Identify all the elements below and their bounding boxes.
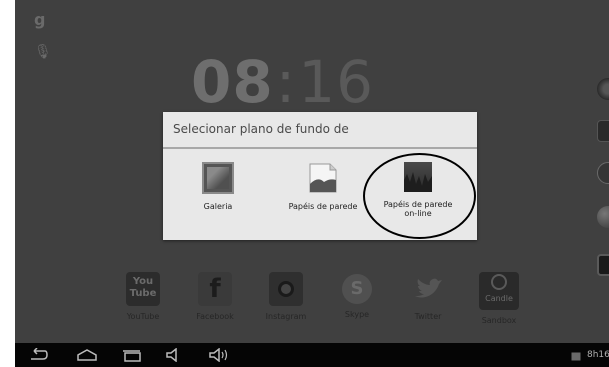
navigation-bar bbox=[15, 343, 609, 367]
volume-down-icon[interactable] bbox=[165, 348, 183, 362]
candle-icon: Candle bbox=[479, 272, 519, 310]
dialog-divider bbox=[163, 147, 477, 149]
facebook-icon-text: f bbox=[209, 274, 221, 304]
option-label: Papéis de parede bbox=[288, 202, 358, 211]
home-icon[interactable] bbox=[76, 348, 98, 362]
gallery-app-icon[interactable] bbox=[597, 254, 609, 276]
gallery-icon bbox=[202, 162, 234, 194]
youtube-icon: You Tube bbox=[126, 272, 160, 306]
option-label: Galeria bbox=[203, 202, 233, 211]
skype-icon-text: S bbox=[350, 278, 364, 299]
google-search-icon[interactable]: g bbox=[34, 10, 45, 29]
recent-apps-icon[interactable] bbox=[121, 348, 143, 362]
app-skype[interactable]: S Skype bbox=[332, 272, 382, 332]
clock-hours: 08 bbox=[191, 48, 274, 116]
app-label: Facebook bbox=[196, 312, 234, 321]
twitter-icon bbox=[411, 272, 445, 306]
all-apps-icon[interactable] bbox=[597, 162, 609, 184]
app-label: Instagram bbox=[265, 312, 307, 321]
app-candle[interactable]: Candle Sandbox bbox=[474, 272, 524, 332]
speaker-app-icon[interactable] bbox=[597, 78, 609, 100]
dialog-title: Selecionar plano de fundo de bbox=[173, 122, 349, 136]
youtube-icon-text: You Tube bbox=[129, 276, 157, 299]
skype-icon: S bbox=[342, 274, 372, 304]
app-instagram[interactable]: Instagram bbox=[261, 272, 311, 332]
app-facebook[interactable]: f Facebook bbox=[190, 272, 240, 332]
settings-app-icon[interactable] bbox=[597, 120, 609, 142]
wallpapers-icon bbox=[308, 162, 338, 194]
app-label: Twitter bbox=[414, 312, 442, 321]
app-label: YouTube bbox=[126, 312, 160, 321]
highlight-circle bbox=[363, 153, 476, 239]
instagram-icon bbox=[269, 272, 303, 306]
facebook-icon: f bbox=[198, 272, 232, 306]
clock-separator: : bbox=[275, 48, 297, 116]
image-notification-icon[interactable] bbox=[571, 352, 581, 361]
app-label: Sandbox bbox=[481, 316, 517, 325]
app-youtube[interactable]: You Tube YouTube bbox=[118, 272, 168, 332]
candle-icon-text: Candle bbox=[485, 294, 513, 303]
app-label: Skype bbox=[344, 310, 370, 319]
clock-widget: 08:16 bbox=[191, 47, 374, 117]
option-wallpapers[interactable]: Papéis de parede bbox=[283, 162, 363, 211]
volume-up-icon[interactable] bbox=[208, 348, 230, 362]
microphone-icon[interactable]: 🎙︎ bbox=[34, 44, 52, 60]
back-icon[interactable] bbox=[28, 348, 48, 362]
app-twitter[interactable]: Twitter bbox=[403, 272, 453, 332]
option-gallery[interactable]: Galeria bbox=[183, 162, 253, 211]
clock-minutes: 16 bbox=[298, 48, 375, 116]
browser-globe-icon[interactable] bbox=[597, 206, 609, 228]
status-time: 8h16 bbox=[587, 350, 609, 360]
